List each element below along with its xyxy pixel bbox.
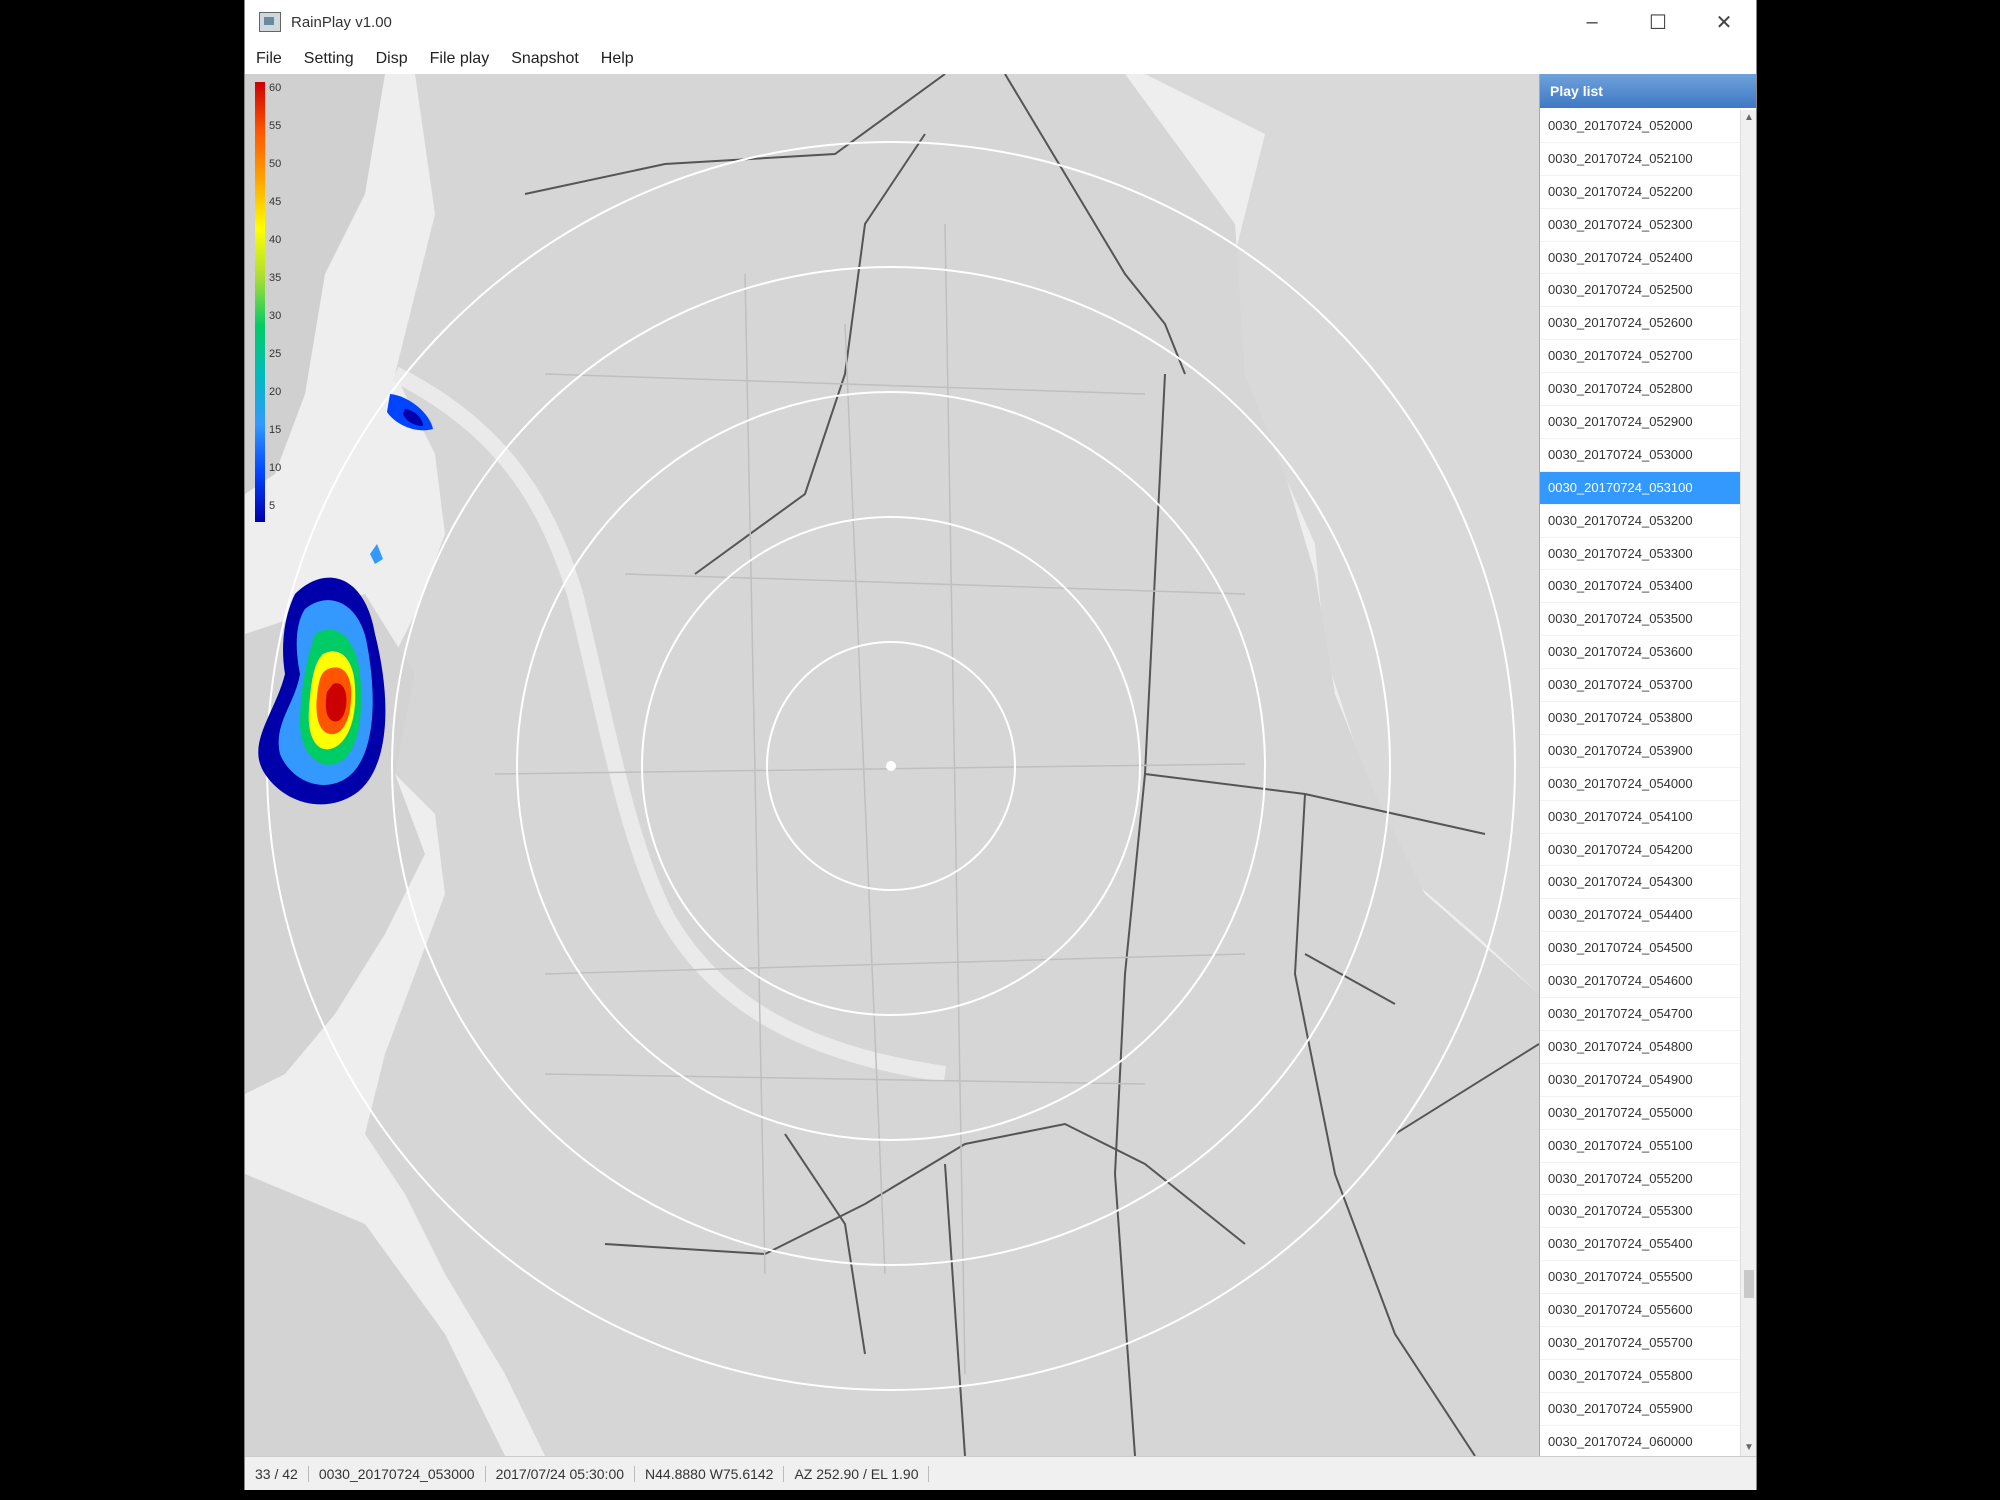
legend-label: 25	[269, 348, 282, 360]
play-list-item[interactable]: 0030_20170724_060000	[1540, 1426, 1741, 1456]
scroll-thumb[interactable]	[1744, 1270, 1754, 1298]
legend-label: 55	[269, 120, 282, 132]
close-button[interactable]: ✕	[1692, 0, 1756, 44]
legend-color-bar	[255, 82, 265, 522]
play-list-item[interactable]: 0030_20170724_055900	[1540, 1393, 1741, 1426]
status-az-el: AZ 252.90 / EL 1.90	[784, 1466, 930, 1482]
play-list-item[interactable]: 0030_20170724_053400	[1540, 570, 1741, 604]
play-list-panel: Play list 0030_20170724_052000 0030_20170…	[1539, 74, 1756, 1456]
play-list-item[interactable]: 0030_20170724_053300	[1540, 538, 1741, 571]
play-list-item[interactable]: 0030_20170724_055300	[1540, 1195, 1741, 1229]
menu-setting[interactable]: Setting	[293, 50, 365, 68]
status-position: N44.8880 W75.6142	[635, 1466, 785, 1482]
legend-label: 50	[269, 158, 282, 170]
play-list-item[interactable]: 0030_20170724_052100	[1540, 143, 1741, 176]
legend-label: 10	[269, 462, 282, 474]
radar-map[interactable]: 60 55 50 45 40 35 30 25 20 15 10 5	[245, 74, 1539, 1456]
play-list-item[interactable]: 0030_20170724_052900	[1540, 406, 1741, 439]
play-list-item[interactable]: 0030_20170724_052700	[1540, 340, 1741, 374]
play-list-item[interactable]: 0030_20170724_052600	[1540, 307, 1741, 341]
status-file-name: 0030_20170724_053000	[309, 1466, 486, 1482]
play-list-item[interactable]: 0030_20170724_054300	[1540, 866, 1741, 900]
app-icon	[259, 12, 281, 32]
play-list-item[interactable]: 0030_20170724_053900	[1540, 735, 1741, 768]
play-list-item[interactable]: 0030_20170724_052000	[1540, 110, 1741, 143]
play-list-item[interactable]: 0030_20170724_055400	[1540, 1228, 1741, 1262]
legend-label: 35	[269, 272, 282, 284]
menu-disp[interactable]: Disp	[365, 50, 419, 68]
legend-label: 15	[269, 424, 282, 436]
play-list-header: Play list	[1540, 74, 1756, 108]
menu-file-play[interactable]: File play	[419, 50, 501, 68]
play-list-item[interactable]: 0030_20170724_053100	[1540, 471, 1741, 505]
play-list-item[interactable]: 0030_20170724_053500	[1540, 603, 1741, 637]
play-list-item[interactable]: 0030_20170724_053800	[1540, 702, 1741, 735]
scroll-down-icon[interactable]: ▼	[1741, 1440, 1756, 1456]
menu-bar: File Setting Disp File play Snapshot Hel…	[245, 44, 1756, 74]
play-list-item[interactable]: 0030_20170724_055600	[1540, 1294, 1741, 1327]
status-datetime: 2017/07/24 05:30:00	[486, 1466, 636, 1482]
play-list-item[interactable]: 0030_20170724_055000	[1540, 1097, 1741, 1130]
play-list-item[interactable]: 0030_20170724_054700	[1540, 998, 1741, 1031]
play-list-item[interactable]: 0030_20170724_053000	[1540, 439, 1741, 472]
play-list-scrollbar[interactable]: ▲ ▼	[1740, 110, 1756, 1456]
play-list-item[interactable]: 0030_20170724_052400	[1540, 242, 1741, 275]
status-bar: 33 / 42 0030_20170724_053000 2017/07/24 …	[245, 1456, 1756, 1490]
play-list-item[interactable]: 0030_20170724_055700	[1540, 1327, 1741, 1360]
play-list-item[interactable]: 0030_20170724_053600	[1540, 636, 1741, 670]
play-list-item[interactable]: 0030_20170724_054600	[1540, 965, 1741, 999]
play-list-item[interactable]: 0030_20170724_052300	[1540, 209, 1741, 242]
play-list-item[interactable]: 0030_20170724_053700	[1540, 669, 1741, 703]
play-list-item[interactable]: 0030_20170724_053200	[1540, 505, 1741, 538]
scroll-up-icon[interactable]: ▲	[1741, 110, 1756, 126]
play-list-item[interactable]: 0030_20170724_055100	[1540, 1130, 1741, 1163]
play-list-item[interactable]: 0030_20170724_054100	[1540, 801, 1741, 834]
play-list-item[interactable]: 0030_20170724_054000	[1540, 768, 1741, 801]
play-list-item[interactable]: 0030_20170724_052200	[1540, 176, 1741, 209]
play-list-item[interactable]: 0030_20170724_052800	[1540, 373, 1741, 407]
play-list-item[interactable]: 0030_20170724_055500	[1540, 1261, 1741, 1295]
menu-help[interactable]: Help	[590, 50, 645, 68]
play-list-item[interactable]: 0030_20170724_054900	[1540, 1064, 1741, 1097]
minimize-button[interactable]: –	[1560, 0, 1624, 44]
app-window: RainPlay v1.00 – ☐ ✕ File Setting Disp F…	[244, 0, 1757, 1490]
radar-map-canvas	[245, 74, 1539, 1456]
play-list-item[interactable]: 0030_20170724_055800	[1540, 1360, 1741, 1393]
play-list-item[interactable]: 0030_20170724_054200	[1540, 834, 1741, 867]
reflectivity-legend: 60 55 50 45 40 35 30 25 20 15 10 5	[255, 82, 313, 522]
legend-label: 20	[269, 386, 282, 398]
legend-label: 30	[269, 310, 282, 322]
title-bar[interactable]: RainPlay v1.00 – ☐ ✕	[245, 0, 1756, 44]
menu-file[interactable]: File	[245, 50, 293, 68]
play-list-item[interactable]: 0030_20170724_054500	[1540, 932, 1741, 966]
legend-label: 40	[269, 234, 282, 246]
play-list[interactable]: 0030_20170724_052000 0030_20170724_052100…	[1540, 110, 1741, 1456]
play-list-item[interactable]: 0030_20170724_054400	[1540, 899, 1741, 933]
play-list-item[interactable]: 0030_20170724_054800	[1540, 1031, 1741, 1064]
legend-label: 5	[269, 500, 276, 512]
maximize-button[interactable]: ☐	[1626, 0, 1690, 44]
play-list-item[interactable]: 0030_20170724_052500	[1540, 274, 1741, 308]
menu-snapshot[interactable]: Snapshot	[500, 50, 590, 68]
legend-label: 45	[269, 196, 282, 208]
radar-site	[886, 761, 896, 771]
window-title: RainPlay v1.00	[291, 13, 392, 31]
play-list-item[interactable]: 0030_20170724_055200	[1540, 1163, 1741, 1196]
legend-label: 60	[269, 82, 282, 94]
status-frame-counter: 33 / 42	[245, 1466, 309, 1482]
